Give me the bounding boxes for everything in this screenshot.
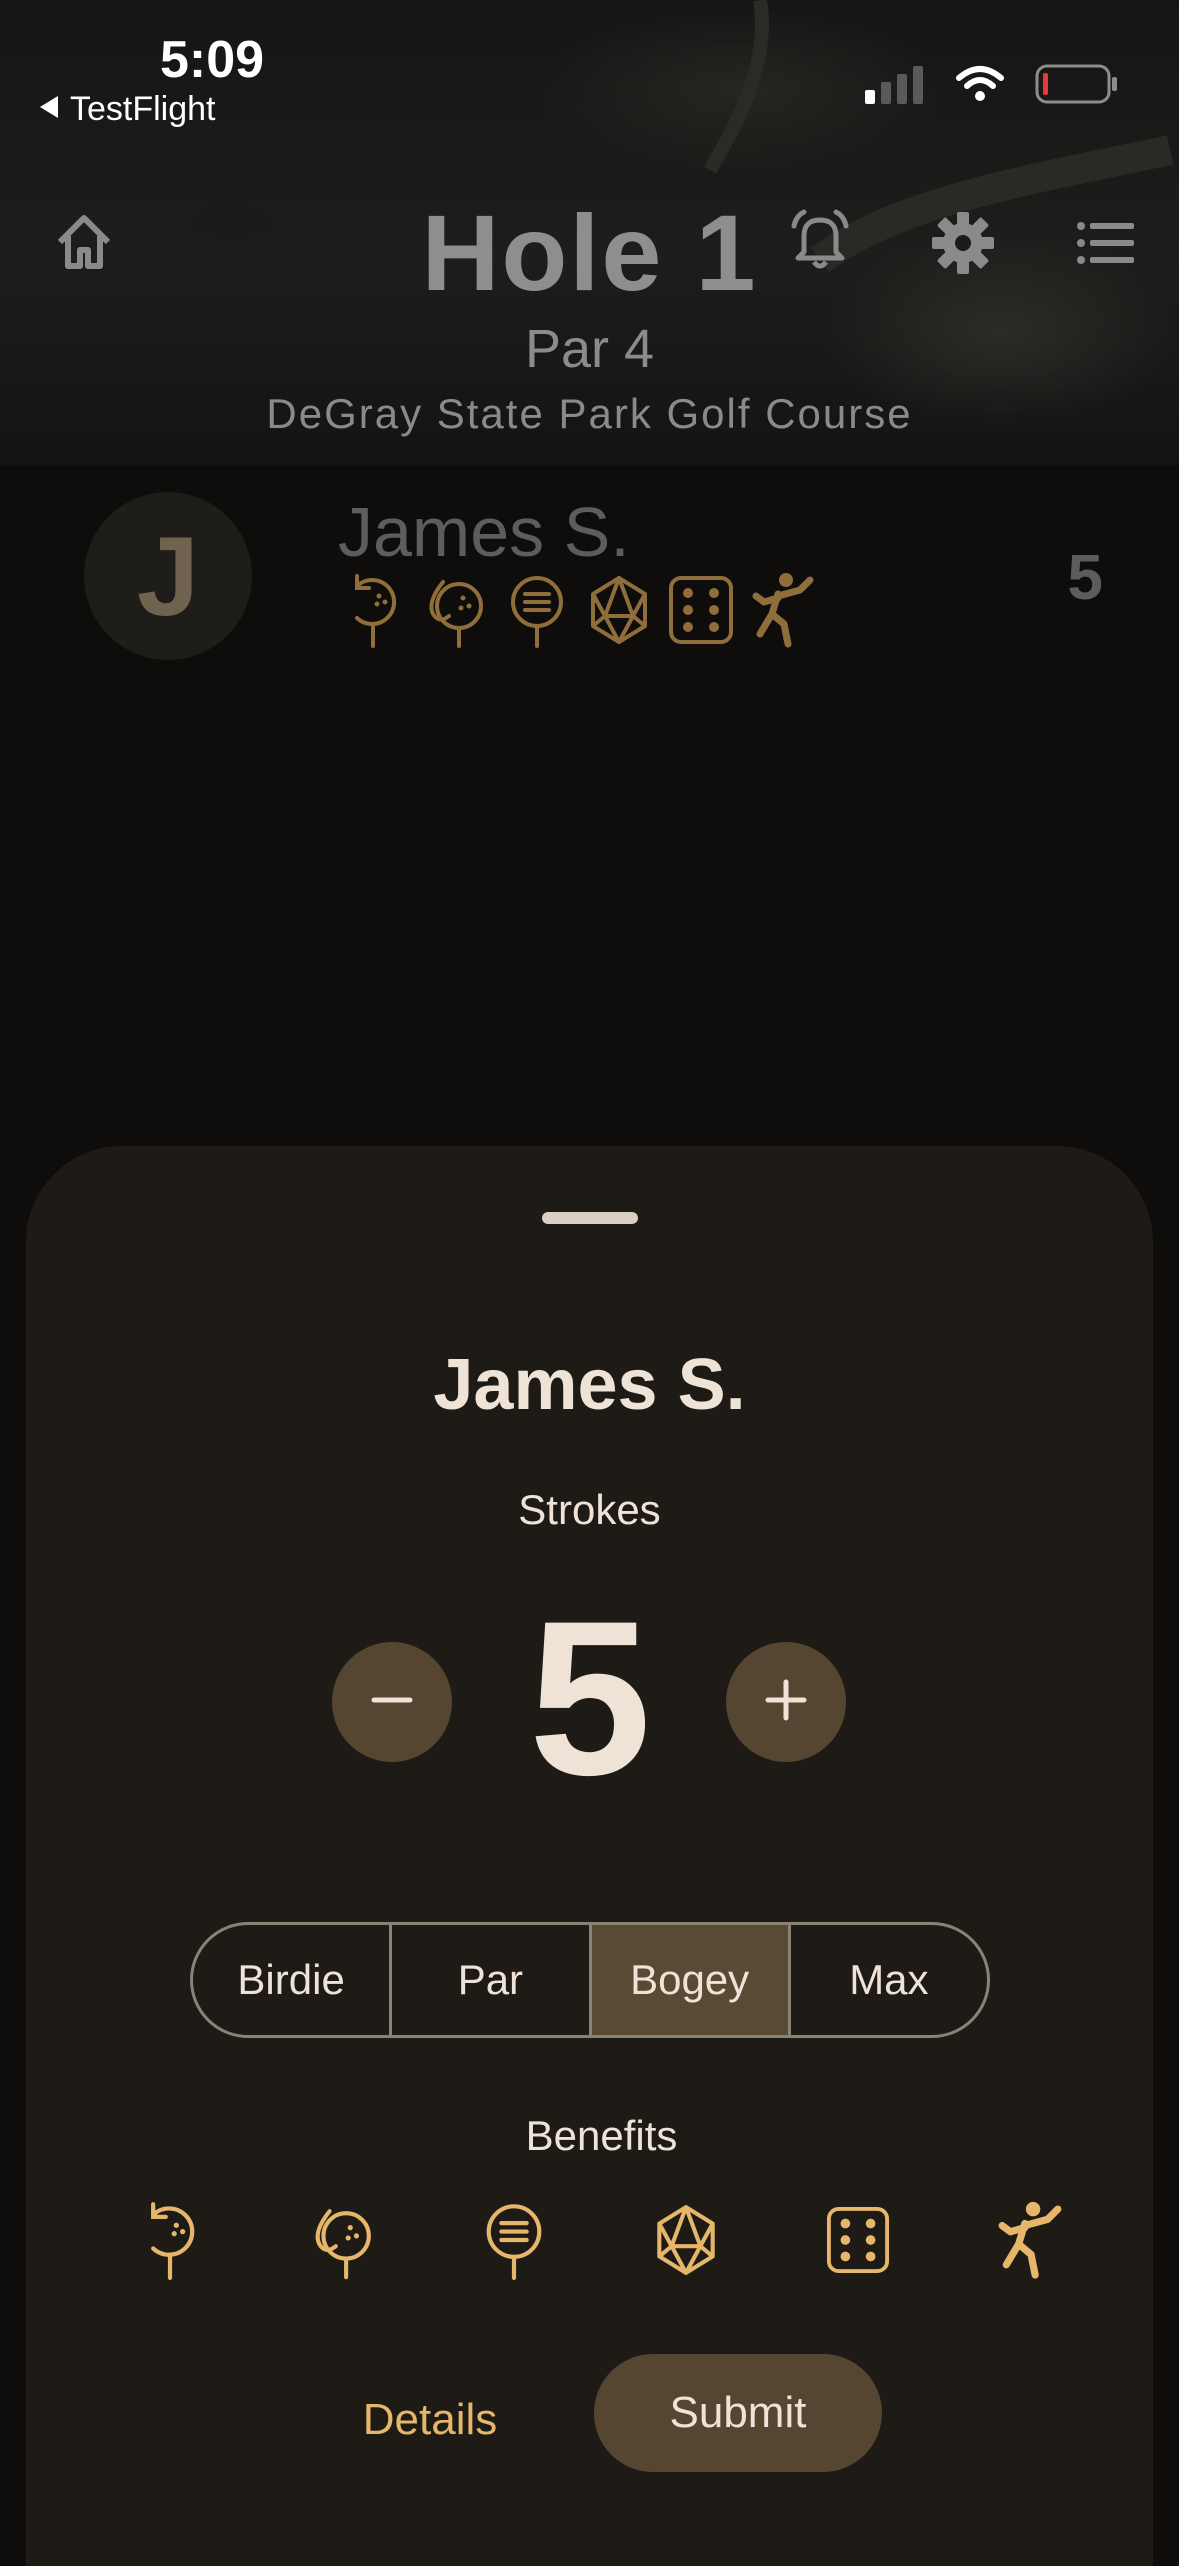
avatar[interactable]: J	[84, 492, 252, 660]
score-preset-segmented-control: Birdie Par Bogey Max	[190, 1922, 990, 2038]
increment-strokes-button[interactable]	[726, 1642, 846, 1762]
sheet-grabber[interactable]	[542, 1212, 638, 1224]
plus-icon	[764, 1678, 808, 1727]
mulligan-icon	[338, 570, 408, 650]
cellular-signal-icon	[865, 64, 925, 109]
player-row-score: 5	[1067, 541, 1103, 613]
hole-par: Par 4	[524, 319, 655, 379]
strokes-label: Strokes	[518, 1486, 661, 1533]
d20-icon	[584, 570, 654, 650]
segment-bogey[interactable]: Bogey	[591, 1925, 791, 2035]
details-button[interactable]: Details	[340, 2380, 520, 2460]
tee-icon	[502, 570, 572, 650]
status-time: 5:09	[160, 31, 265, 89]
player-row-name[interactable]: James S.	[338, 492, 630, 572]
player-row-benefits	[338, 570, 818, 650]
water-icon[interactable]	[292, 2190, 392, 2290]
benefits-label: Benefits	[525, 2112, 678, 2159]
battery-low-icon	[1035, 64, 1119, 109]
avatar-initial: J	[136, 513, 200, 639]
status-icons	[865, 64, 1119, 109]
course-name: DeGray State Park Golf Course	[266, 390, 913, 437]
dice-icon	[666, 570, 736, 650]
back-link-label: TestFlight	[70, 90, 216, 128]
water-icon	[420, 570, 490, 650]
throw-icon[interactable]	[980, 2190, 1080, 2290]
back-arrow-icon	[36, 90, 60, 129]
hole-title: Hole 1	[421, 192, 758, 313]
mulligan-icon[interactable]	[120, 2190, 220, 2290]
benefits-row	[120, 2190, 1080, 2290]
testflight-back-link[interactable]: TestFlight	[36, 90, 216, 129]
dice-icon[interactable]	[808, 2190, 908, 2290]
wifi-icon	[955, 64, 1005, 109]
strokes-value: 5	[528, 1575, 652, 1821]
d20-icon[interactable]	[636, 2190, 736, 2290]
segment-max[interactable]: Max	[791, 1925, 987, 2035]
bell-icon[interactable]	[786, 206, 854, 279]
list-icon[interactable]	[1076, 218, 1136, 273]
sheet-player-name: James S.	[433, 1345, 746, 1425]
decrement-strokes-button[interactable]	[332, 1642, 452, 1762]
submit-button[interactable]: Submit	[594, 2354, 882, 2472]
segment-par[interactable]: Par	[392, 1925, 592, 2035]
minus-icon	[370, 1678, 414, 1727]
gear-icon[interactable]	[930, 210, 996, 281]
segment-birdie[interactable]: Birdie	[193, 1925, 393, 2035]
throw-icon	[748, 570, 818, 650]
tee-icon[interactable]	[464, 2190, 564, 2290]
